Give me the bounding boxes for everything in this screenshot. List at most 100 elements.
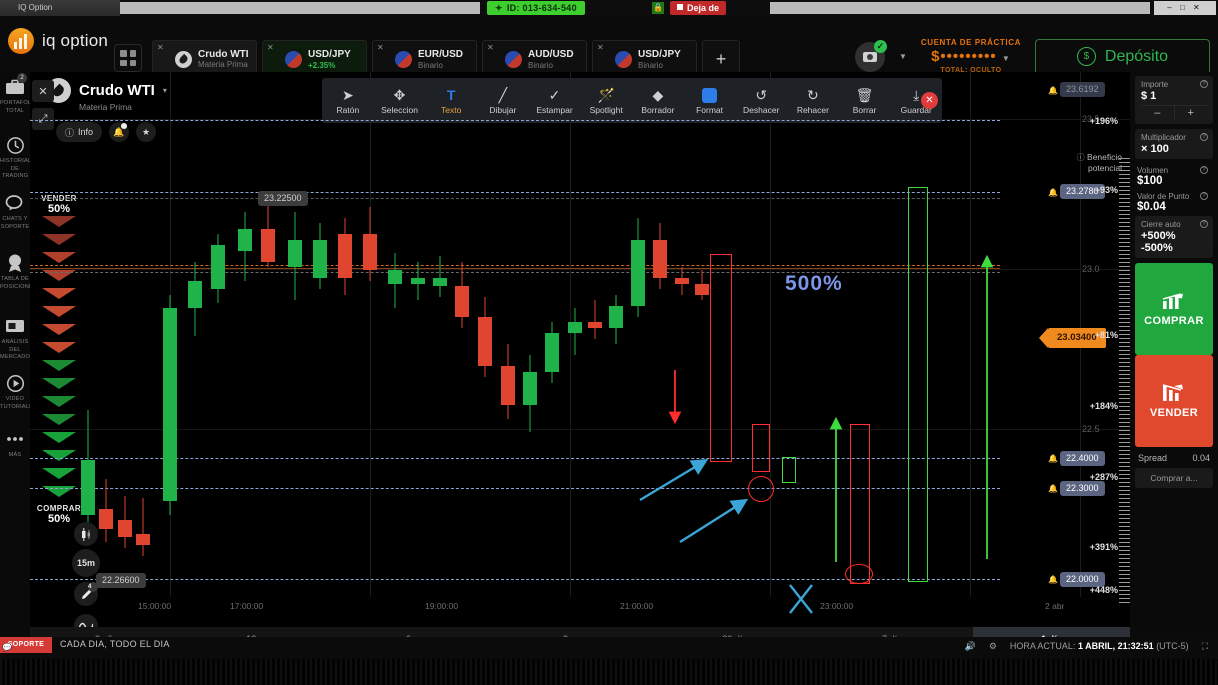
brand-logo[interactable]: iq option <box>8 28 108 54</box>
tool-estampar[interactable]: ✓ Estampar <box>529 86 581 116</box>
flag-usdjpy-icon <box>615 51 632 68</box>
autoclose-field[interactable]: ? Cierre auto +500% -500% <box>1135 216 1213 258</box>
move-icon: ✥ <box>393 86 406 103</box>
close-icon[interactable]: ✕ <box>267 43 274 52</box>
price-chip-23-6192[interactable]: 23.6192 <box>1060 82 1105 97</box>
camera-icon[interactable]: ✓ <box>854 39 887 72</box>
sentiment-buy-pct: 50% <box>47 513 71 525</box>
price-chip-22-4000[interactable]: 22.4000 <box>1060 451 1105 466</box>
window-controls[interactable]: – □ ✕ <box>1154 1 1216 15</box>
close-icon[interactable]: ✕ <box>157 43 164 52</box>
close-icon[interactable]: ✕ <box>32 80 54 102</box>
autoclose-label: Cierre auto <box>1141 220 1181 229</box>
account-balance: $••••••••• ▼ <box>931 48 1011 65</box>
flag-usdjpy-icon <box>285 51 302 68</box>
support-button[interactable]: 💬 SOPORTE <box>0 637 52 653</box>
award-icon <box>4 252 26 274</box>
quantity-stepper[interactable]: – + <box>1141 105 1207 120</box>
text-icon: T <box>446 87 456 103</box>
account-selector[interactable]: CUENTA DE PRÁCTICA $••••••••• ▼ TOTAL: O… <box>921 38 1021 76</box>
asset-category: Materia Prima <box>79 102 132 112</box>
candle <box>99 479 113 543</box>
profit-scale-ticks <box>1119 158 1130 603</box>
grid-icon[interactable] <box>114 44 142 72</box>
sidebar-item-analisis[interactable]: ANÁLISIS DEL MERCADO <box>0 315 30 362</box>
lock-icon: 🔒 <box>652 2 664 14</box>
tool-spotlight[interactable]: 🪄 Spotlight <box>580 86 632 116</box>
question-icon[interactable]: ? <box>1200 192 1208 200</box>
profit-tick-93: +93% <box>1094 185 1118 195</box>
multiplier-label: Multiplicador <box>1141 133 1186 142</box>
left-sidebar: 2 PORTAFOLIO TOTAL HISTORIAL DE TRADING … <box>0 72 37 637</box>
sell-button[interactable]: VENDER <box>1135 355 1213 447</box>
draw-count-badge: 4 <box>88 582 98 592</box>
asset-tab-sub: Binario <box>418 60 443 70</box>
amount-field[interactable]: ? Importe $ 1 – + <box>1135 76 1213 124</box>
buy-button[interactable]: COMPRAR <box>1135 263 1213 355</box>
time-tick-6: 2 abr <box>1045 601 1065 611</box>
sidebar-item-chats[interactable]: CHATS Y SOPORTE <box>0 192 30 231</box>
bell-icon[interactable]: 🔔 <box>109 122 130 142</box>
tool-raton[interactable]: ➤ Ratón <box>322 86 374 116</box>
volume-row: ? Volumen $100 <box>1135 164 1213 190</box>
annotation-500-percent: 500% <box>785 272 843 295</box>
question-icon[interactable]: ⓘ <box>1077 153 1085 162</box>
tool-seleccion[interactable]: ✥ Seleccion <box>374 86 426 116</box>
sidebar-label: TABLA DE POSICIONES <box>0 276 37 290</box>
buy-at-button[interactable]: Comprar a... <box>1135 468 1213 488</box>
fullscreen-icon[interactable]: ⛶ <box>1202 641 1208 652</box>
candle <box>238 212 252 281</box>
amount-plus-button[interactable]: + <box>1175 106 1208 120</box>
tool-rehacer[interactable]: ↻ Rehacer <box>787 86 839 116</box>
candlestick-icon[interactable] <box>74 522 98 546</box>
sidebar-item-tabla-posiciones[interactable]: TABLA DE POSICIONES <box>0 252 37 291</box>
info-button[interactable]: ⓘ Info <box>56 122 103 142</box>
tool-borrar[interactable]: 🗑 Borrar <box>839 86 891 116</box>
question-icon[interactable]: ? <box>1200 220 1208 228</box>
drawing-toolbar[interactable]: ➤ Ratón ✥ Seleccion T Texto ╱ Dibujar ✓ Estam… <box>322 78 942 123</box>
sidebar-label: CHATS Y SOPORTE <box>0 216 30 230</box>
stop-recording-button[interactable]: Deja de <box>670 1 727 15</box>
tool-borrador[interactable]: ◆ Borrador <box>632 86 684 116</box>
close-toolbar-button[interactable]: ✕ <box>921 92 938 109</box>
point-value-row: ? Valor de Punto $0.04 <box>1135 190 1213 216</box>
arrow-blue-1 <box>639 459 709 502</box>
sidebar-item-mas[interactable]: MÁS <box>0 428 30 460</box>
tool-deshacer[interactable]: ↺ Deshacer <box>735 86 787 116</box>
interval-selector[interactable]: 15m <box>72 549 100 577</box>
star-icon[interactable]: ★ <box>136 122 157 142</box>
annotation-cross <box>789 584 813 614</box>
close-icon[interactable]: ✕ <box>377 43 384 52</box>
tool-texto[interactable]: T Texto <box>425 86 477 115</box>
chevron-down-icon[interactable]: ▼ <box>1002 54 1011 63</box>
sentiment-chevron <box>42 288 76 299</box>
sidebar-item-historial[interactable]: HISTORIAL DE TRADING <box>0 134 31 181</box>
gear-icon[interactable]: ⚙ <box>989 641 997 652</box>
question-icon[interactable]: ? <box>1200 133 1208 141</box>
play-video-icon <box>4 372 26 394</box>
tool-format[interactable]: Format <box>684 86 736 115</box>
question-icon[interactable]: ? <box>1200 80 1208 88</box>
sidebar-item-videos[interactable]: VIDEO TUTORIALES <box>0 372 37 411</box>
profit-potential-label: ⓘ Beneficio potencial <box>1076 152 1122 174</box>
line-icon: ╱ <box>498 86 508 103</box>
amount-minus-button[interactable]: – <box>1141 106 1175 120</box>
pencil-icon[interactable]: 4 <box>74 582 98 606</box>
multiplier-field[interactable]: ? Multiplicador × 100 <box>1135 129 1213 159</box>
tool-dibujar[interactable]: ╱ Dibujar <box>477 86 529 116</box>
annotation-rect-green-2 <box>908 187 928 582</box>
chevron-down-icon[interactable]: ▾ <box>163 86 167 95</box>
close-icon[interactable]: ✕ <box>487 43 494 52</box>
question-icon[interactable]: ? <box>1200 166 1208 174</box>
close-icon[interactable]: ✕ <box>597 43 604 52</box>
deposit-label: Depósito <box>1104 47 1169 65</box>
deposit-button[interactable]: $ Depósito <box>1035 38 1210 75</box>
chevron-down-icon[interactable]: ▼ <box>899 52 907 61</box>
sound-icon[interactable]: 🔊 <box>965 641 976 652</box>
price-chip-22-3000[interactable]: 22.3000 <box>1060 481 1105 496</box>
sidebar-item-portafolio[interactable]: 2 PORTAFOLIO TOTAL <box>0 73 37 115</box>
sidebar-label: MÁS <box>8 452 22 458</box>
buy-label: COMPRAR <box>1144 314 1204 327</box>
chart-canvas[interactable]: ✕ ⤢ Crudo WTI ▾ Materia Prima ⓘ Info 🔔 ★… <box>30 72 1130 637</box>
expand-icon[interactable]: ⤢ <box>32 108 54 130</box>
